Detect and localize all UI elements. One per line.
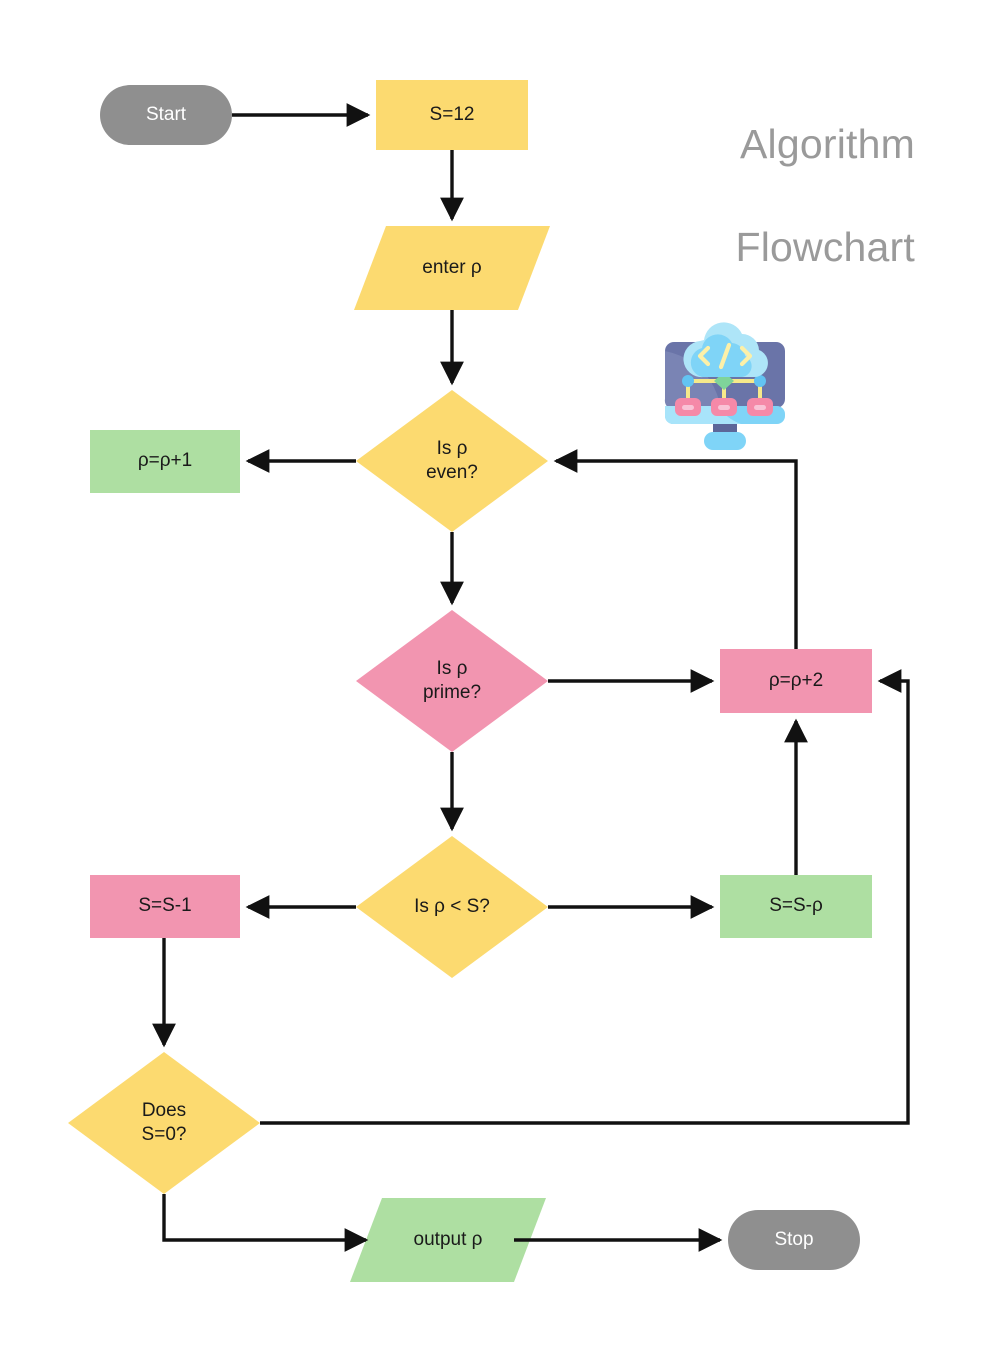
node-rho-plus2-shape[interactable] — [720, 649, 872, 713]
node-s-minus-rho-shape[interactable] — [720, 875, 872, 938]
monitor-stand-base-icon — [704, 432, 746, 450]
node-s-minus1-shape[interactable] — [90, 875, 240, 938]
diagram-title-line1: Algorithm — [740, 121, 915, 168]
node-is-even-shape[interactable] — [356, 390, 548, 532]
monitor-node-left-icon — [682, 375, 694, 387]
diagram-title-line2: Flowchart — [735, 223, 915, 270]
node-start-shape[interactable] — [100, 85, 232, 145]
node-enter-shape[interactable] — [354, 226, 550, 310]
node-stop-shape[interactable] — [728, 1210, 860, 1270]
edge-rho-plus2-to-is-even — [553, 449, 798, 649]
edge-does-s0-to-output — [162, 1194, 369, 1252]
node-is-lt-s-shape[interactable] — [356, 836, 548, 978]
monitor-cards-icon — [675, 398, 773, 416]
node-does-s0-shape[interactable] — [68, 1052, 260, 1194]
node-is-prime-shape[interactable] — [356, 610, 548, 752]
node-rho-plus1-shape[interactable] — [90, 430, 240, 493]
node-init-shape[interactable] — [376, 80, 528, 150]
diagram-title: Algorithm Flowchart — [735, 68, 915, 324]
cloud-code-monitor-icon — [664, 322, 785, 450]
flowchart-canvas: Start S=12 enter ρ Is ρ even? ρ=ρ+1 Is ρ… — [0, 0, 983, 1361]
